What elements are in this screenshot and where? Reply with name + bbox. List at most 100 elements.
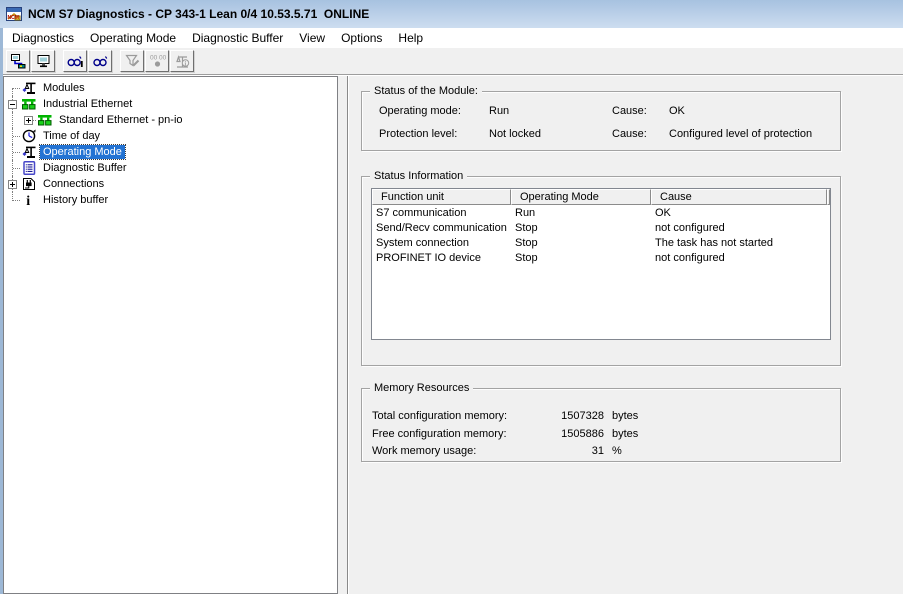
set-time-of-day-button[interactable]: 00 00	[145, 50, 169, 72]
table-row[interactable]: S7 communication Run OK	[372, 205, 830, 220]
glasses-pause-icon	[67, 53, 84, 69]
tree-connector	[4, 96, 20, 112]
table-row[interactable]: Send/Recv communication Stop not configu…	[372, 220, 830, 235]
tree-connector	[4, 160, 20, 176]
plug-icon	[20, 176, 37, 192]
table-row[interactable]: System connection Stop The task has not …	[372, 235, 830, 250]
tree-item-operating-mode[interactable]: Operating Mode	[4, 144, 337, 160]
open-online-view-button[interactable]	[31, 50, 55, 72]
tree-item-industrial-ethernet[interactable]: Industrial Ethernet	[4, 96, 337, 112]
menu-options[interactable]: Options	[333, 28, 390, 48]
scale-info-icon: i	[174, 53, 191, 69]
menu-diagnostics[interactable]: Diagnostics	[4, 28, 82, 48]
column-header-operating-mode[interactable]: Operating Mode	[511, 189, 651, 205]
group-title: Status of the Module:	[370, 85, 482, 98]
protection-level-row: Protection level: Not locked Cause: Conf…	[362, 128, 840, 142]
cell-cause: not configured	[651, 252, 827, 264]
collapse-expander[interactable]	[8, 100, 17, 109]
operating-mode-label: Operating mode:	[379, 105, 461, 117]
memory-label: Work memory usage:	[372, 445, 476, 457]
tree-item-standard-ethernet-pn-io[interactable]: Standard Ethernet - pn-io	[4, 112, 337, 128]
tree-connector	[4, 144, 20, 160]
menu-help[interactable]: Help	[390, 28, 431, 48]
tree-label: Time of day	[40, 129, 103, 143]
tree-item-modules[interactable]: Modules	[4, 80, 337, 96]
cell-operating-mode: Stop	[511, 252, 651, 264]
tree-label: Diagnostic Buffer	[40, 161, 130, 175]
menu-operating-mode[interactable]: Operating Mode	[82, 28, 184, 48]
memory-value: 1507328	[510, 410, 604, 422]
titlebar: NCM NCM S7 Diagnostics - CP 343-1 Lean 0…	[0, 0, 903, 28]
protection-level-value: Not locked	[489, 128, 541, 140]
list-icon	[20, 160, 37, 176]
tree-connector	[4, 192, 20, 208]
tree-connector	[20, 112, 36, 128]
status-information-table: Function unit Operating Mode Cause S7 co…	[371, 188, 831, 340]
cell-cause: not configured	[651, 222, 827, 234]
column-header-cause[interactable]: Cause	[651, 189, 827, 205]
status-information-group: Status Information Function unit Operati…	[361, 176, 841, 366]
module-information-button[interactable]: i	[170, 50, 194, 72]
memory-value: 31	[510, 445, 604, 457]
group-title: Status Information	[370, 170, 467, 183]
group-title: Memory Resources	[370, 382, 473, 395]
cell-operating-mode: Stop	[511, 237, 651, 249]
tree-item-connections[interactable]: Connections	[4, 176, 337, 192]
filter-pencil-icon	[124, 53, 141, 69]
monitor-icon	[35, 53, 52, 69]
memory-unit: bytes	[612, 428, 638, 440]
tree-connector	[4, 128, 20, 144]
tree-connector	[4, 112, 20, 128]
ethernet-icon	[20, 96, 37, 112]
tree-label: History buffer	[40, 193, 111, 207]
cell-function-unit: S7 communication	[372, 207, 511, 219]
tree-item-time-of-day[interactable]: Time of day	[4, 128, 337, 144]
menu-diagnostic-buffer[interactable]: Diagnostic Buffer	[184, 28, 291, 48]
toolbar: 00 00 i	[3, 48, 903, 75]
ethernet-icon	[36, 112, 53, 128]
tree-connector	[4, 80, 20, 96]
cell-cause: OK	[651, 207, 827, 219]
cyclic-update-button[interactable]	[63, 50, 87, 72]
operating-mode-value: Run	[489, 105, 509, 117]
cell-operating-mode: Stop	[511, 222, 651, 234]
tree-item-diagnostic-buffer[interactable]: Diagnostic Buffer	[4, 160, 337, 176]
panel-splitter[interactable]	[338, 76, 347, 594]
cause-label: Cause:	[612, 105, 647, 117]
tree-label-selected: Operating Mode	[40, 145, 125, 159]
column-header-stub	[827, 189, 830, 205]
single-update-button[interactable]	[88, 50, 112, 72]
menubar: Diagnostics Operating Mode Diagnostic Bu…	[3, 28, 903, 48]
cell-operating-mode: Run	[511, 207, 651, 219]
pc-module-online-icon	[10, 53, 27, 69]
tree-label: Modules	[40, 81, 88, 95]
window-body: Diagnostics Operating Mode Diagnostic Bu…	[0, 28, 903, 594]
scale-icon	[20, 80, 37, 96]
memory-resources-group: Memory Resources Total configuration mem…	[361, 388, 841, 462]
table-row[interactable]: PROFINET IO device Stop not configured	[372, 250, 830, 265]
table-header: Function unit Operating Mode Cause	[372, 189, 830, 205]
cell-cause: The task has not started	[651, 237, 827, 249]
protection-level-label: Protection level:	[379, 128, 457, 140]
main-content: Modules Industrial Ethernet	[3, 75, 903, 594]
edit-filter-button[interactable]	[120, 50, 144, 72]
memory-label: Free configuration memory:	[372, 428, 507, 440]
app-icon: NCM	[6, 6, 22, 22]
svg-text:i: i	[26, 194, 30, 208]
cell-function-unit: System connection	[372, 237, 511, 249]
cell-function-unit: PROFINET IO device	[372, 252, 511, 264]
total-config-memory-row: Total configuration memory: 1507328 byte…	[362, 410, 840, 424]
memory-label: Total configuration memory:	[372, 410, 507, 422]
cause-label: Cause:	[612, 128, 647, 140]
work-memory-usage-row: Work memory usage: 31 %	[362, 445, 840, 459]
tree-item-history-buffer[interactable]: i History buffer	[4, 192, 337, 208]
online-connection-button[interactable]	[6, 50, 30, 72]
column-header-function-unit[interactable]: Function unit	[372, 189, 511, 205]
memory-value: 1505886	[510, 428, 604, 440]
menu-view[interactable]: View	[291, 28, 333, 48]
cause-value: OK	[669, 105, 685, 117]
detail-panel: Status of the Module: Operating mode: Ru…	[347, 76, 903, 594]
expand-expander[interactable]	[24, 116, 33, 125]
tree-label: Connections	[40, 177, 107, 191]
expand-expander[interactable]	[8, 180, 17, 189]
